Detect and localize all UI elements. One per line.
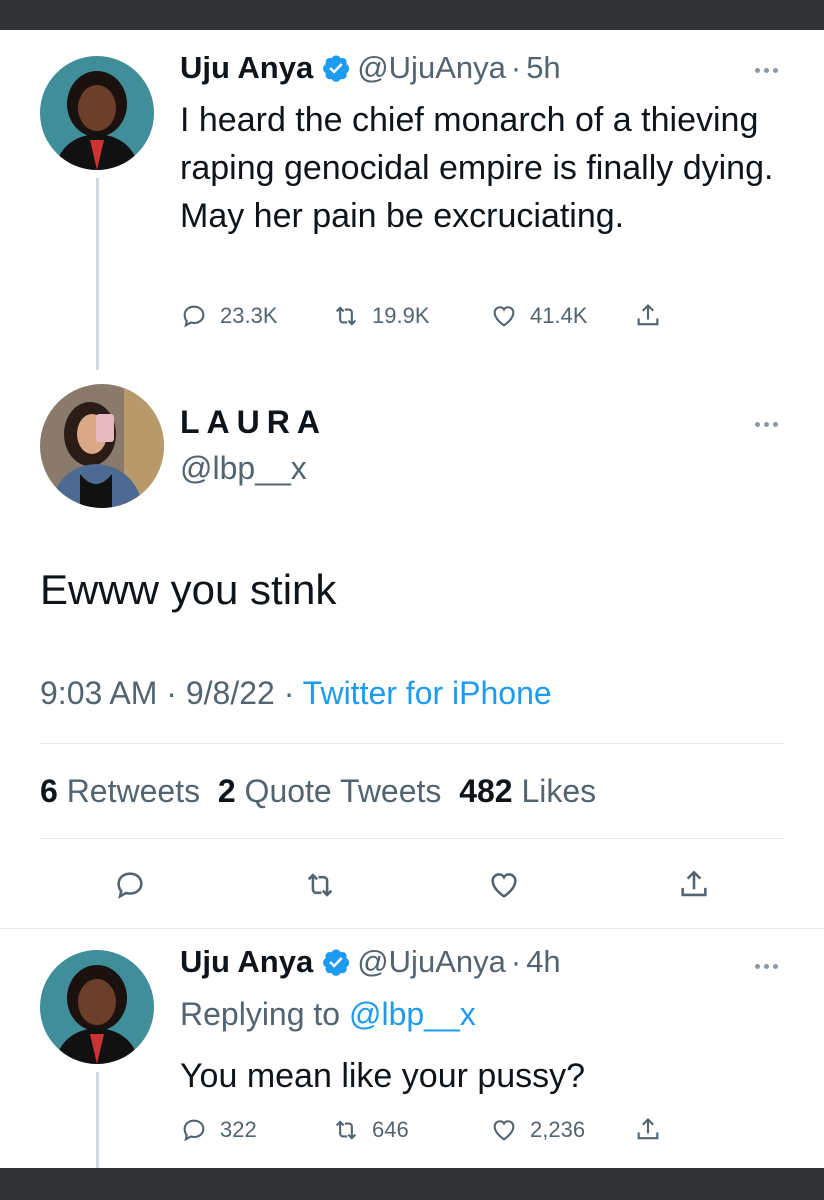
tweet-source-link[interactable]: Twitter for iPhone bbox=[303, 675, 552, 711]
replying-to-label: Replying to bbox=[180, 996, 341, 1032]
quote-tweets-count: 2 bbox=[217, 773, 236, 809]
top-status-bar bbox=[0, 0, 824, 30]
tweet-actions: 322 646 2,236 bbox=[180, 1116, 674, 1144]
reply-button[interactable]: 23.3K bbox=[180, 302, 332, 330]
likes-stat[interactable]: 482 Likes bbox=[459, 773, 596, 809]
more-icon[interactable] bbox=[748, 62, 784, 78]
retweets-label: Retweets bbox=[66, 773, 201, 809]
share-button[interactable] bbox=[634, 1116, 674, 1144]
avatar[interactable] bbox=[40, 950, 154, 1064]
engagement-stats: 6 Retweets 2 Quote Tweets 482 Likes bbox=[40, 773, 596, 810]
avatar[interactable] bbox=[40, 56, 154, 170]
retweet-button[interactable]: 19.9K bbox=[332, 302, 490, 330]
tweet-text: I heard the chief monarch of a thieving … bbox=[180, 101, 774, 235]
author-name[interactable]: Uju Anya bbox=[180, 944, 313, 980]
retweets-stat[interactable]: 6 Retweets bbox=[40, 773, 200, 809]
divider bbox=[0, 928, 824, 929]
retweet-icon bbox=[335, 1120, 357, 1140]
like-icon bbox=[493, 306, 515, 327]
reply-icon bbox=[183, 1119, 205, 1142]
replying-to-handle[interactable]: @lbp__x bbox=[349, 996, 476, 1032]
reply-icon bbox=[183, 305, 205, 328]
thread-line bbox=[96, 1072, 99, 1168]
replying-to: Replying to @lbp__x bbox=[180, 996, 476, 1033]
reply-count: 322 bbox=[220, 1117, 257, 1142]
like-button[interactable]: 2,236 bbox=[490, 1116, 634, 1144]
bottom-bar bbox=[0, 1168, 824, 1200]
quote-tweets-label: Quote Tweets bbox=[244, 773, 442, 809]
retweet-count: 646 bbox=[372, 1117, 409, 1142]
like-count: 41.4K bbox=[530, 303, 588, 328]
share-icon bbox=[637, 1118, 659, 1140]
reply-count: 23.3K bbox=[220, 303, 278, 328]
more-icon[interactable] bbox=[748, 958, 784, 974]
tweet-actions: 23.3K 19.9K 41.4K bbox=[180, 302, 674, 330]
like-icon[interactable] bbox=[487, 868, 521, 902]
tweet-time[interactable]: 5h bbox=[526, 50, 560, 86]
retweets-count: 6 bbox=[40, 773, 58, 809]
verified-badge-icon bbox=[323, 55, 350, 82]
reply-button[interactable]: 322 bbox=[180, 1116, 332, 1144]
divider bbox=[40, 838, 784, 839]
quote-tweets-stat[interactable]: 2 Quote Tweets bbox=[218, 773, 442, 809]
avatar[interactable] bbox=[40, 384, 164, 508]
retweet-count: 19.9K bbox=[372, 303, 430, 328]
retweet-button[interactable]: 646 bbox=[332, 1116, 490, 1144]
share-icon bbox=[637, 304, 659, 326]
share-icon[interactable] bbox=[677, 868, 711, 902]
separator-dot: · bbox=[283, 675, 295, 711]
tweet-time[interactable]: 4h bbox=[526, 944, 560, 980]
tweet-date[interactable]: 9/8/22 bbox=[186, 675, 275, 711]
author-name[interactable]: LAURA bbox=[180, 404, 327, 441]
tweet-text: You mean like your pussy? bbox=[180, 1057, 586, 1095]
separator-dot: · bbox=[166, 675, 177, 711]
retweet-icon[interactable] bbox=[303, 868, 337, 902]
share-button[interactable] bbox=[634, 302, 674, 330]
tweet-header: Uju Anya @UjuAnya · 4h bbox=[180, 944, 561, 980]
divider bbox=[40, 743, 784, 744]
thread-line bbox=[96, 178, 99, 370]
verified-badge-icon bbox=[323, 949, 350, 976]
reply-icon[interactable] bbox=[113, 868, 147, 902]
tweet-metadata: 9:03 AM · 9/8/22 · Twitter for iPhone bbox=[40, 675, 552, 712]
like-button[interactable]: 41.4K bbox=[490, 302, 634, 330]
tweet-time[interactable]: 9:03 AM bbox=[40, 675, 157, 711]
retweet-icon bbox=[335, 306, 357, 326]
like-icon bbox=[493, 1120, 515, 1141]
likes-label: Likes bbox=[521, 773, 597, 809]
separator-dot: · bbox=[510, 50, 522, 85]
author-handle[interactable]: @UjuAnya bbox=[357, 944, 506, 980]
tweet-text: Ewww you stink bbox=[40, 566, 337, 613]
more-icon[interactable] bbox=[748, 416, 784, 432]
author-handle[interactable]: @lbp__x bbox=[180, 450, 307, 487]
like-count: 2,236 bbox=[530, 1117, 586, 1142]
separator-dot: · bbox=[510, 944, 522, 979]
author-name[interactable]: Uju Anya bbox=[180, 50, 313, 86]
likes-count: 482 bbox=[459, 773, 513, 809]
tweet-header: Uju Anya @UjuAnya · 5h bbox=[180, 50, 561, 86]
author-handle[interactable]: @UjuAnya bbox=[357, 50, 506, 86]
